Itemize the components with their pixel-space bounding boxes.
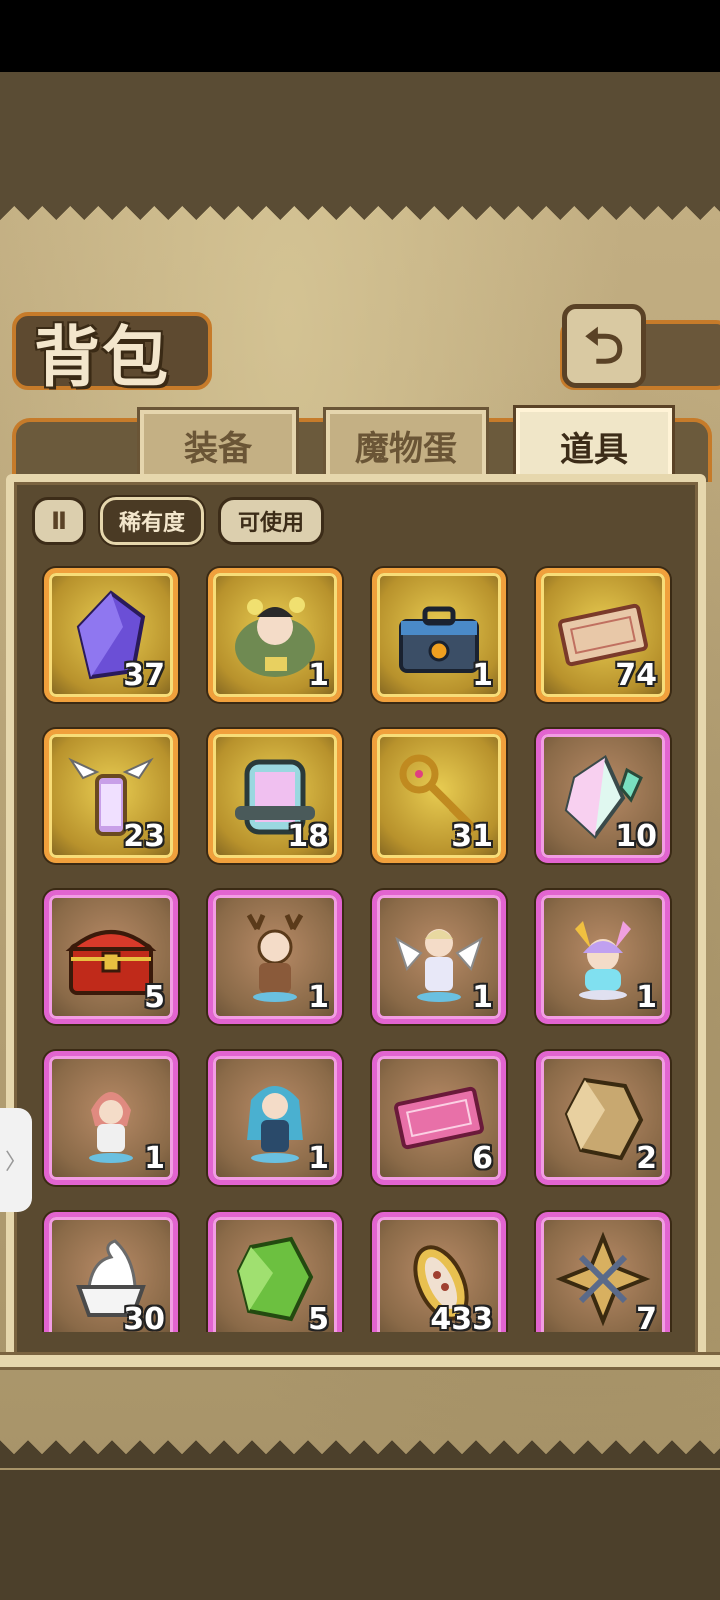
item-count: 1: [308, 1141, 329, 1176]
item-count: 5: [144, 980, 165, 1015]
inventory-slot[interactable]: 74: [536, 568, 670, 702]
item-count: 6: [472, 1141, 493, 1176]
inventory-slot[interactable]: 10: [536, 729, 670, 863]
torn-edge-bottom: [0, 1440, 720, 1468]
item-count: 10: [615, 819, 657, 854]
inventory-slot[interactable]: 1: [208, 890, 342, 1024]
inventory-slot[interactable]: 5: [208, 1212, 342, 1332]
filter-usable-button[interactable]: 可使用: [218, 497, 324, 545]
item-count: 1: [472, 658, 493, 693]
inventory-slot[interactable]: 1: [372, 568, 506, 702]
item-count: 433: [430, 1302, 493, 1332]
tab-monster-eggs[interactable]: 魔物蛋: [323, 407, 489, 483]
item-count: 1: [308, 658, 329, 693]
inventory-slot[interactable]: 30: [44, 1212, 178, 1332]
item-count: 7: [636, 1302, 657, 1332]
side-handle[interactable]: 〉: [0, 1108, 32, 1212]
inventory-slot[interactable]: 6: [372, 1051, 506, 1185]
item-grid: 37 1 1 74 23 18 31 10 5 1 1 1 1 1 6 2 30 5 433 7: [38, 564, 678, 1332]
inventory-slot[interactable]: 7: [536, 1212, 670, 1332]
inventory-slot[interactable]: 23: [44, 729, 178, 863]
inventory-slot[interactable]: 37: [44, 568, 178, 702]
item-count: 31: [451, 819, 493, 854]
bottom-map-band: [0, 1470, 720, 1600]
inventory-slot[interactable]: 18: [208, 729, 342, 863]
inventory-slot[interactable]: 1: [44, 1051, 178, 1185]
item-count: 1: [144, 1141, 165, 1176]
pause-filter-icon: Ⅱ: [51, 507, 67, 535]
item-count: 1: [472, 980, 493, 1015]
sort-rarity-button[interactable]: 稀有度: [98, 495, 206, 547]
top-map-band: [0, 72, 720, 192]
chevron-right-icon: 〉: [4, 1150, 27, 1175]
item-count: 30: [123, 1302, 165, 1332]
inventory-slot[interactable]: 31: [372, 729, 506, 863]
item-count: 23: [123, 819, 165, 854]
panel-bottom-frame: [0, 1352, 720, 1370]
back-button[interactable]: ⮌: [562, 304, 646, 388]
inventory-slot[interactable]: 1: [208, 568, 342, 702]
filter-toggle-button[interactable]: Ⅱ: [32, 497, 86, 545]
item-count: 1: [308, 980, 329, 1015]
inventory-slot[interactable]: 1: [536, 890, 670, 1024]
inventory-slot[interactable]: 433: [372, 1212, 506, 1332]
inventory-slot[interactable]: 2: [536, 1051, 670, 1185]
item-count: 5: [308, 1302, 329, 1332]
item-count: 2: [636, 1141, 657, 1176]
page-title: 背包: [34, 318, 170, 396]
back-arrow-icon: ⮌: [583, 317, 625, 375]
item-count: 74: [615, 658, 657, 693]
inventory-slot[interactable]: 5: [44, 890, 178, 1024]
inventory-slot[interactable]: 1: [208, 1051, 342, 1185]
inventory-slot[interactable]: 1: [372, 890, 506, 1024]
torn-edge-top: [0, 192, 720, 220]
status-bar: [0, 0, 720, 72]
item-count: 1: [636, 980, 657, 1015]
tab-equipment[interactable]: 装备: [137, 407, 299, 483]
tab-items[interactable]: 道具: [513, 405, 675, 487]
item-count: 37: [123, 658, 165, 693]
item-count: 18: [287, 819, 329, 854]
